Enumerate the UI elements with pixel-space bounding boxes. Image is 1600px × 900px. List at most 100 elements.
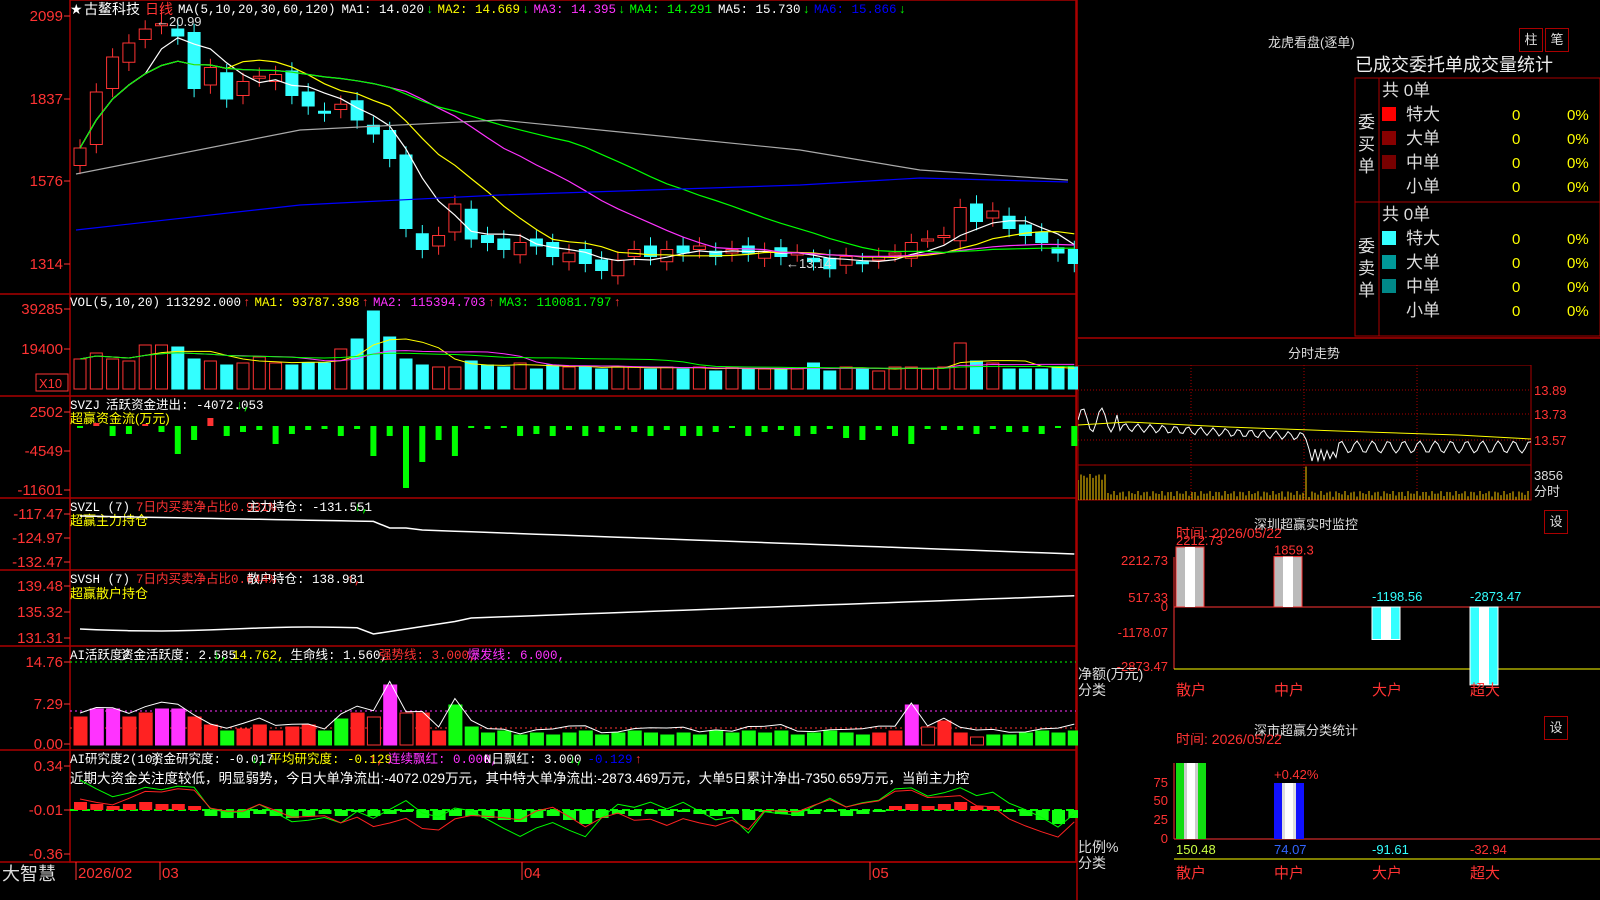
yjd-bar	[579, 810, 593, 824]
monitor-bar-highlight	[1479, 607, 1489, 685]
yjd-bar	[1052, 810, 1065, 824]
intraday-chart[interactable]: 13.89 13.73 13.57 3856分时	[1078, 365, 1600, 505]
yjd-bar	[954, 802, 968, 810]
ai-bar	[481, 732, 495, 746]
k-legend-arrow: ↓	[618, 3, 626, 17]
candle-body	[692, 245, 706, 250]
yjd-bar	[726, 810, 739, 814]
sell-side-label: 委	[1358, 237, 1375, 256]
yjd-bar	[448, 810, 462, 816]
stats-bar-accent	[1274, 783, 1282, 839]
stats-category: 超大	[1470, 865, 1500, 882]
sell-color-swatch	[1382, 231, 1396, 245]
stats-category: 中户	[1274, 865, 1304, 882]
ai-legend-item: 生命线: 1.560,	[291, 647, 389, 663]
ai-bar	[1035, 730, 1050, 746]
fenshi-vol-tick: 3856	[1534, 468, 1563, 483]
ai-bar	[709, 730, 724, 746]
yjd-legend-item: AI研究度2(10)	[70, 751, 160, 767]
ai-bar	[171, 708, 186, 746]
ai-bar	[236, 728, 251, 746]
yjd-bar	[921, 806, 935, 810]
svzj-bar	[1006, 426, 1013, 432]
ai-bar	[970, 736, 984, 746]
volume-bar	[497, 366, 511, 390]
buy-side-label: 单	[1358, 157, 1375, 176]
monitor-y-tick: -1178.07	[1118, 625, 1168, 640]
ai-bar	[758, 732, 773, 746]
yjd-bar	[122, 804, 136, 810]
main-chart-area[interactable]: ★ 古鳌科技 日线 MA(5,10,20,30,60,120) MA1: 14.020 ↓…	[0, 0, 1078, 900]
svzj-bar	[631, 426, 638, 432]
yjd-bar	[1019, 810, 1033, 816]
k-legend-item: MA1: 14.020	[342, 3, 425, 17]
yjd-bar	[1035, 810, 1049, 820]
ai-legend-item: 14.762,	[232, 649, 285, 663]
ai-bar	[546, 734, 561, 746]
svzl-y-tick: -124.97	[12, 530, 63, 547]
ai-bar	[334, 718, 349, 746]
ai-bar	[692, 734, 707, 746]
svzj-bar	[403, 426, 409, 488]
k-legend-item: MA6: 15.866	[814, 3, 897, 17]
buy-side-label: 委	[1358, 113, 1375, 132]
svzj-bar	[207, 418, 214, 426]
stats-bar-highlight	[1285, 783, 1293, 839]
svzj-bar	[924, 426, 931, 429]
candle-body	[187, 32, 201, 89]
sell-row-count: 0	[1512, 279, 1520, 296]
volume-bar	[350, 338, 364, 390]
volume-bar	[660, 366, 674, 390]
yjd-bar	[970, 806, 984, 810]
yjd-legend-item: N日飘红: 3.000	[484, 751, 582, 767]
yjd-bar	[856, 810, 870, 814]
svzj-bar	[859, 426, 866, 440]
vol-y-tick: 39285	[21, 301, 63, 318]
yjd-legend-item: 连续飘红: 0.000,	[388, 751, 498, 767]
ai-bar	[595, 734, 610, 746]
ai-bar	[1018, 732, 1033, 746]
volume-bar	[529, 368, 543, 390]
candle-body	[399, 154, 413, 229]
yjd-bar	[889, 806, 902, 810]
svzj-y-tick: -4549	[25, 443, 63, 460]
candle-body	[383, 130, 397, 159]
yjd-bar	[840, 810, 854, 816]
svzj-bar	[549, 426, 556, 436]
ai-bar	[350, 712, 365, 746]
svzj-bar	[419, 426, 426, 462]
svzl-y-tick: -132.47	[12, 554, 63, 571]
volume-bar	[415, 364, 429, 390]
yjd-bar	[709, 810, 723, 816]
svsh-line	[79, 595, 1075, 635]
candle-body	[839, 256, 853, 266]
ai-legend-item: 强势线: 3.000,	[379, 647, 477, 663]
volume-bar	[106, 358, 120, 390]
k-legend-arrow: ↓	[803, 3, 811, 17]
candle-body	[432, 235, 446, 247]
yjd-bar	[742, 810, 756, 820]
volume-bar	[383, 336, 397, 390]
svzj-bar	[843, 426, 850, 438]
candle-body	[171, 28, 185, 37]
k-legend-item: MA4: 14.291	[630, 3, 713, 17]
volume-bar	[611, 366, 625, 390]
monitor-category: 散户	[1176, 682, 1206, 699]
ai-legend-item: 爆发线: 6.000,	[468, 647, 566, 663]
ai-bar	[790, 734, 805, 746]
svzj-bar	[142, 424, 149, 426]
volume-bar	[546, 364, 560, 390]
svzj-bar	[663, 426, 670, 430]
monitor-value-label: -2873.47	[1470, 589, 1521, 604]
volume-bar	[252, 356, 266, 390]
volume-bar	[839, 366, 853, 390]
yjd-bar	[302, 810, 316, 816]
buy-color-swatch	[1382, 155, 1396, 169]
k-legend-item: MA5: 15.730	[718, 3, 801, 17]
monitor-y-tick: 2212.73	[1121, 553, 1168, 568]
svzj-bar	[240, 426, 246, 432]
svzj-bar	[598, 426, 605, 432]
sell-row-label: 特大	[1406, 229, 1440, 248]
buy-row-count: 0	[1512, 107, 1520, 124]
yjd-bar	[514, 810, 528, 822]
